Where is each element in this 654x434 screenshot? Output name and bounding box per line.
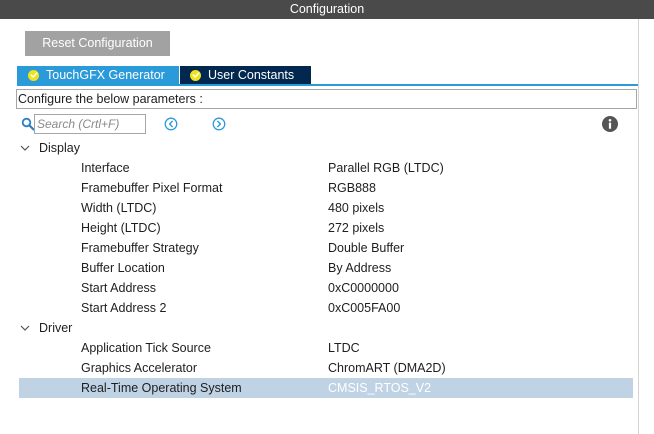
- param-row[interactable]: Start Address 0xC0000000: [17, 278, 633, 298]
- group-display[interactable]: Display: [17, 138, 633, 158]
- param-row[interactable]: Width (LTDC) 480 pixels: [17, 198, 633, 218]
- param-value: By Address: [328, 261, 392, 275]
- param-row[interactable]: Application Tick Source LTDC: [17, 338, 633, 358]
- param-row-selected[interactable]: Real-Time Operating System CMSIS_RTOS_V2: [19, 378, 633, 398]
- param-row[interactable]: Height (LTDC) 272 pixels: [17, 218, 633, 238]
- param-row[interactable]: Graphics Accelerator ChromART (DMA2D): [17, 358, 633, 378]
- param-value: 0xC0000000: [328, 281, 399, 295]
- group-label: Driver: [39, 321, 73, 335]
- description-text: Configure the below parameters :: [18, 92, 203, 106]
- param-value: ChromART (DMA2D): [328, 361, 446, 375]
- group-driver[interactable]: Driver: [17, 318, 633, 338]
- info-icon[interactable]: [602, 116, 618, 132]
- tab-underline: [17, 84, 638, 86]
- param-value: 480 pixels: [328, 201, 385, 215]
- parameters-description: Configure the below parameters :: [16, 89, 637, 109]
- param-row[interactable]: Interface Parallel RGB (LTDC): [17, 158, 633, 178]
- param-name: Graphics Accelerator: [81, 361, 198, 375]
- param-name: Height (LTDC): [81, 221, 161, 235]
- chevron-down-icon[interactable]: [20, 143, 30, 153]
- param-value: Parallel RGB (LTDC): [328, 161, 444, 175]
- param-row[interactable]: Start Address 2 0xC005FA00: [17, 298, 633, 318]
- check-circle-icon: [28, 69, 39, 81]
- param-value: CMSIS_RTOS_V2: [328, 381, 432, 395]
- tab-bar: TouchGFX Generator User Constants: [17, 66, 311, 84]
- param-value: 272 pixels: [328, 221, 385, 235]
- tab-touchgfx-generator[interactable]: TouchGFX Generator: [17, 66, 179, 84]
- reset-configuration-button[interactable]: Reset Configuration: [25, 31, 170, 56]
- param-name: Width (LTDC): [81, 201, 157, 215]
- param-row[interactable]: Buffer Location By Address: [17, 258, 633, 278]
- param-name: Interface: [81, 161, 130, 175]
- param-name: Buffer Location: [81, 261, 165, 275]
- param-value: Double Buffer: [328, 241, 405, 255]
- param-name: Application Tick Source: [81, 341, 211, 355]
- param-name: Start Address: [81, 281, 157, 295]
- search-input[interactable]: [34, 114, 146, 134]
- panel-border: [638, 19, 639, 434]
- param-name: Start Address 2: [81, 301, 167, 315]
- group-label: Display: [39, 141, 80, 155]
- param-value: 0xC005FA00: [328, 301, 401, 315]
- param-value: RGB888: [328, 181, 376, 195]
- check-circle-icon: [190, 69, 201, 81]
- param-value: LTDC: [328, 341, 360, 355]
- search-icon: [21, 117, 35, 131]
- window-title: Configuration: [289, 2, 365, 16]
- circle-right-icon[interactable]: [212, 117, 226, 131]
- window-title-bar: Configuration: [0, 0, 654, 19]
- param-row[interactable]: Framebuffer Pixel Format RGB888: [17, 178, 633, 198]
- param-row[interactable]: Framebuffer Strategy Double Buffer: [17, 238, 633, 258]
- tab-label: TouchGFX Generator: [46, 68, 165, 82]
- tab-user-constants[interactable]: User Constants: [180, 66, 311, 84]
- param-name: Real-Time Operating System: [81, 381, 242, 395]
- param-name: Framebuffer Pixel Format: [81, 181, 223, 195]
- chevron-down-icon[interactable]: [20, 323, 30, 333]
- circle-left-icon[interactable]: [164, 117, 178, 131]
- tab-label: User Constants: [208, 68, 295, 82]
- param-name: Framebuffer Strategy: [81, 241, 199, 255]
